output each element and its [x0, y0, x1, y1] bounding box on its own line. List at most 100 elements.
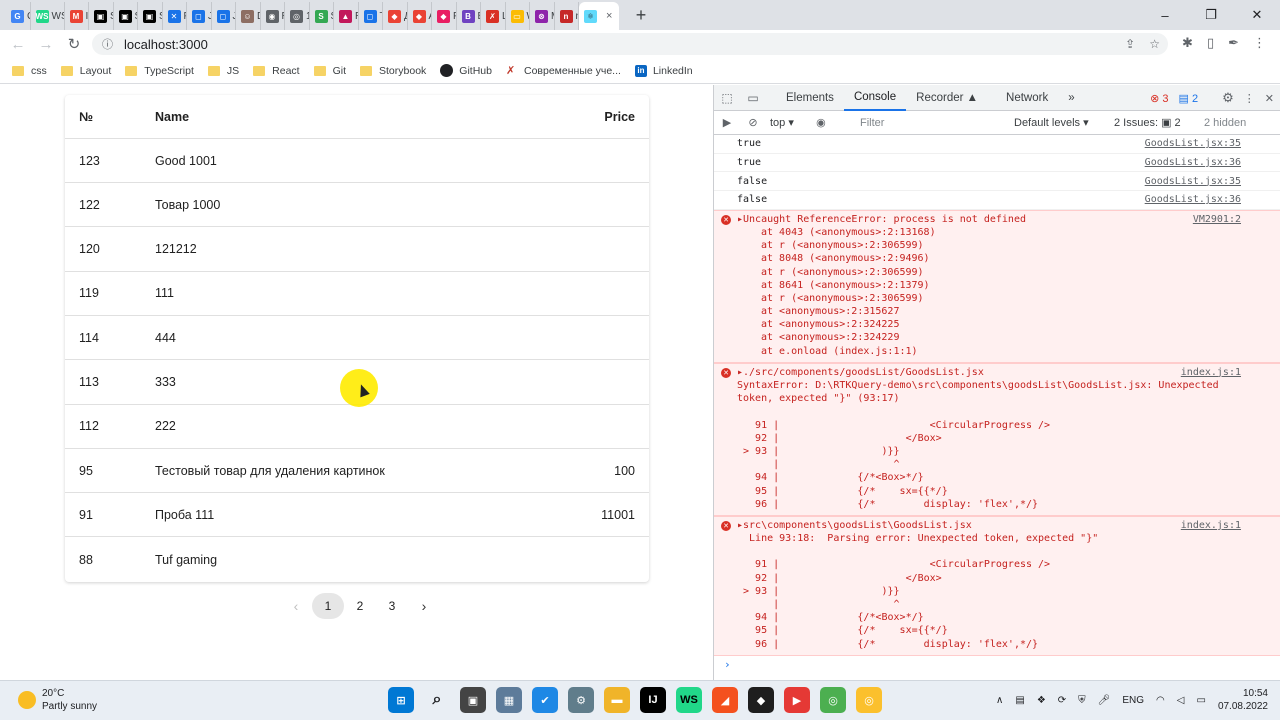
- browser-tab[interactable]: ☺Dc: [236, 2, 261, 30]
- clock[interactable]: 10:54 07.08.2022: [1218, 687, 1268, 713]
- language-indicator[interactable]: ENG: [1122, 695, 1144, 706]
- bookmark-star-icon[interactable]: ☆: [1149, 37, 1160, 51]
- context-selector[interactable]: top ▾: [770, 116, 794, 129]
- shield-icon[interactable]: ⛨: [1078, 695, 1086, 706]
- browser-tab[interactable]: ✗Lo: [481, 2, 506, 30]
- browser-tab[interactable]: ◻JG: [187, 2, 212, 30]
- error-count-badge[interactable]: ⊗ 3: [1150, 92, 1168, 105]
- bookmark-item[interactable]: css: [12, 65, 47, 77]
- sync-icon[interactable]: ⟳: [1058, 695, 1066, 706]
- device-toggle-icon[interactable]: ▭: [740, 91, 766, 105]
- browser-tab[interactable]: MInl: [65, 2, 89, 30]
- battery-icon[interactable]: ▭: [1196, 695, 1205, 706]
- address-bar[interactable]: ⓘ localhost:3000 ⇪ ☆: [92, 33, 1168, 55]
- bookmark-item[interactable]: Storybook: [360, 65, 426, 77]
- media-player-icon[interactable]: ▶: [784, 687, 810, 713]
- browser-tab[interactable]: WSWS: [31, 2, 65, 30]
- log-source-link[interactable]: GoodsList.jsx:36: [1145, 157, 1241, 168]
- browser-tab[interactable]: ◎13: [285, 2, 310, 30]
- tray-expand-icon[interactable]: ∧: [996, 695, 1003, 706]
- bookmark-item[interactable]: in LinkedIn: [634, 64, 693, 77]
- close-window-button[interactable]: ✕: [1234, 0, 1280, 30]
- bookmark-item[interactable]: JS: [207, 65, 239, 77]
- browser-tab[interactable]: BBr: [457, 2, 481, 30]
- tab-network[interactable]: Network: [996, 85, 1058, 111]
- maximize-button[interactable]: ❐: [1188, 0, 1234, 30]
- file-explorer-icon[interactable]: ▬: [604, 687, 630, 713]
- volume-icon[interactable]: ◁: [1177, 695, 1185, 706]
- console-filter-input[interactable]: Filter: [854, 114, 1004, 132]
- table-row[interactable]: 119 111: [65, 272, 649, 316]
- tab-recorder[interactable]: Recorder ▲: [906, 85, 988, 111]
- browser-tab[interactable]: ◉Re: [261, 2, 285, 30]
- table-row[interactable]: 91 Проба 111 11001: [65, 493, 649, 538]
- prev-page-button[interactable]: ‹: [280, 593, 312, 619]
- dropbox-icon[interactable]: ❖: [1037, 695, 1046, 706]
- message-count-badge[interactable]: ▤ 2: [1179, 92, 1199, 105]
- menu-icon[interactable]: ⋮: [1253, 35, 1266, 51]
- table-row[interactable]: 88 Tuf gaming: [65, 538, 649, 582]
- browser-tab[interactable]: ◻JG: [212, 2, 236, 30]
- browser-tab[interactable]: ◆Pl: [432, 2, 457, 30]
- table-row[interactable]: 114 444: [65, 316, 649, 361]
- minimize-button[interactable]: –: [1142, 0, 1188, 30]
- figma-icon[interactable]: ◆: [748, 687, 774, 713]
- new-tab-button[interactable]: +: [627, 1, 655, 29]
- browser-tab[interactable]: GGc: [6, 2, 31, 30]
- close-devtools-icon[interactable]: ✕: [1265, 92, 1274, 105]
- table-row[interactable]: 112 222: [65, 405, 649, 449]
- devtools-menu-icon[interactable]: ⋮: [1244, 92, 1255, 105]
- browser-tab[interactable]: ◆Ал: [408, 2, 432, 30]
- settings-icon[interactable]: ⚙: [568, 687, 594, 713]
- sidebar-toggle-icon[interactable]: ▶: [714, 116, 740, 129]
- chrome-dev-icon[interactable]: ◎: [856, 687, 882, 713]
- log-levels-dropdown[interactable]: Default levels ▾: [1014, 116, 1089, 129]
- task-view-icon[interactable]: ▣: [460, 687, 486, 713]
- bookmark-item[interactable]: Layout: [60, 65, 111, 77]
- log-source-link[interactable]: GoodsList.jsx:35: [1145, 176, 1241, 187]
- error-source-link[interactable]: VM2901:2: [1193, 214, 1241, 225]
- intellij-icon[interactable]: IJ: [640, 687, 666, 713]
- browser-tab[interactable]: ▲Re: [334, 2, 359, 30]
- inspect-icon[interactable]: ⬚: [714, 91, 740, 105]
- tray-app-icon[interactable]: ▤: [1015, 695, 1024, 706]
- tab-elements[interactable]: Elements: [776, 85, 844, 111]
- browser-tab[interactable]: ⊗M: [530, 2, 555, 30]
- bookmark-item[interactable]: ✗ Современные уче...: [506, 65, 621, 77]
- postman-icon[interactable]: ◢: [712, 687, 738, 713]
- forward-button[interactable]: →: [32, 30, 60, 58]
- log-source-link[interactable]: GoodsList.jsx:35: [1145, 138, 1241, 149]
- browser-tab[interactable]: ▭W: [506, 2, 530, 30]
- chrome-icon[interactable]: ◎: [820, 687, 846, 713]
- weather-widget[interactable]: 20°C Partly sunny: [18, 687, 97, 713]
- back-button[interactable]: ←: [4, 30, 32, 58]
- browser-tab[interactable]: ▣Sp: [114, 2, 138, 30]
- microphone-icon[interactable]: 🎤︎: [1098, 695, 1111, 706]
- browser-tab[interactable]: ◻Ty: [359, 2, 383, 30]
- side-panel-icon[interactable]: ▯: [1207, 35, 1214, 51]
- next-page-button[interactable]: ›: [408, 593, 440, 619]
- bookmark-item[interactable]: Git: [313, 65, 346, 77]
- eye-icon[interactable]: ◉: [808, 116, 834, 129]
- reload-button[interactable]: ↻: [60, 30, 88, 58]
- wifi-icon[interactable]: ◠: [1156, 695, 1165, 706]
- page-3-button[interactable]: 3: [376, 593, 408, 619]
- browser-tab[interactable]: ▣Sp: [138, 2, 163, 30]
- page-1-button[interactable]: 1: [312, 593, 344, 619]
- close-tab-icon[interactable]: ×: [606, 10, 612, 22]
- table-row[interactable]: 122 Товар 1000: [65, 183, 649, 228]
- table-row[interactable]: 95 Тестовый товар для удаления картинок 10…: [65, 449, 649, 494]
- console-prompt[interactable]: ›: [714, 656, 1280, 674]
- site-info-icon[interactable]: ⓘ: [102, 36, 118, 52]
- settings-gear-icon[interactable]: ⚙: [1222, 90, 1234, 106]
- share-icon[interactable]: ⇪: [1125, 37, 1135, 51]
- bookmark-item[interactable]: React: [253, 65, 300, 77]
- error-source-link[interactable]: index.js:1: [1181, 367, 1241, 378]
- todo-icon[interactable]: ✔: [532, 687, 558, 713]
- browser-tab[interactable]: ✕Pa: [163, 2, 187, 30]
- page-2-button[interactable]: 2: [344, 593, 376, 619]
- table-row[interactable]: 120 121212: [65, 228, 649, 272]
- bookmark-item[interactable]: GitHub: [440, 64, 492, 77]
- tab-active[interactable]: ⚛ ×: [579, 2, 619, 30]
- issues-button[interactable]: 2 Issues: ▣ 2: [1114, 116, 1181, 129]
